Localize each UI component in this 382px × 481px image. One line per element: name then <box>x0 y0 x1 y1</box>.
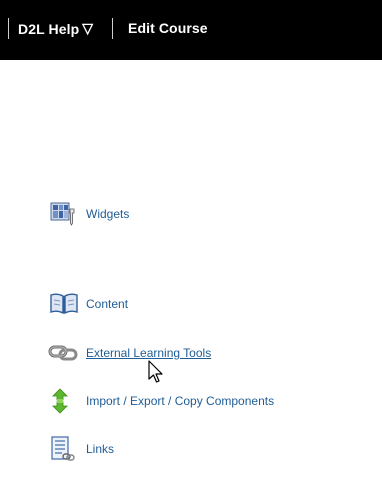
tool-external-learning-tools[interactable]: External Learning Tools <box>48 340 211 366</box>
edit-course-link[interactable]: Edit Course <box>128 20 208 36</box>
book-icon <box>48 291 80 317</box>
d2l-help-label: D2L Help <box>18 21 80 37</box>
tool-widgets[interactable]: Widgets <box>48 201 129 227</box>
links-list-icon <box>48 436 80 462</box>
chain-link-icon <box>48 340 80 366</box>
tool-content[interactable]: Content <box>48 291 128 317</box>
nav-separator <box>112 18 113 39</box>
nav-separator <box>8 18 9 39</box>
tool-links[interactable]: Links <box>48 436 114 462</box>
tool-external-learning-tools-label: External Learning Tools <box>86 346 212 360</box>
tool-content-label: Content <box>86 297 129 311</box>
caret-down-icon: ▽ <box>82 20 94 36</box>
tool-widgets-label: Widgets <box>86 207 130 221</box>
tool-links-label: Links <box>86 442 115 456</box>
green-arrows-icon <box>48 388 80 414</box>
mouse-pointer-icon <box>147 360 165 386</box>
tool-import-export-copy[interactable]: Import / Export / Copy Components <box>48 388 274 414</box>
d2l-help-menu[interactable]: D2L Help ▽ <box>18 20 93 37</box>
widgets-icon <box>48 201 80 227</box>
top-navbar: D2L Help ▽ Edit Course <box>0 0 382 60</box>
tool-import-export-copy-label: Import / Export / Copy Components <box>86 394 275 408</box>
